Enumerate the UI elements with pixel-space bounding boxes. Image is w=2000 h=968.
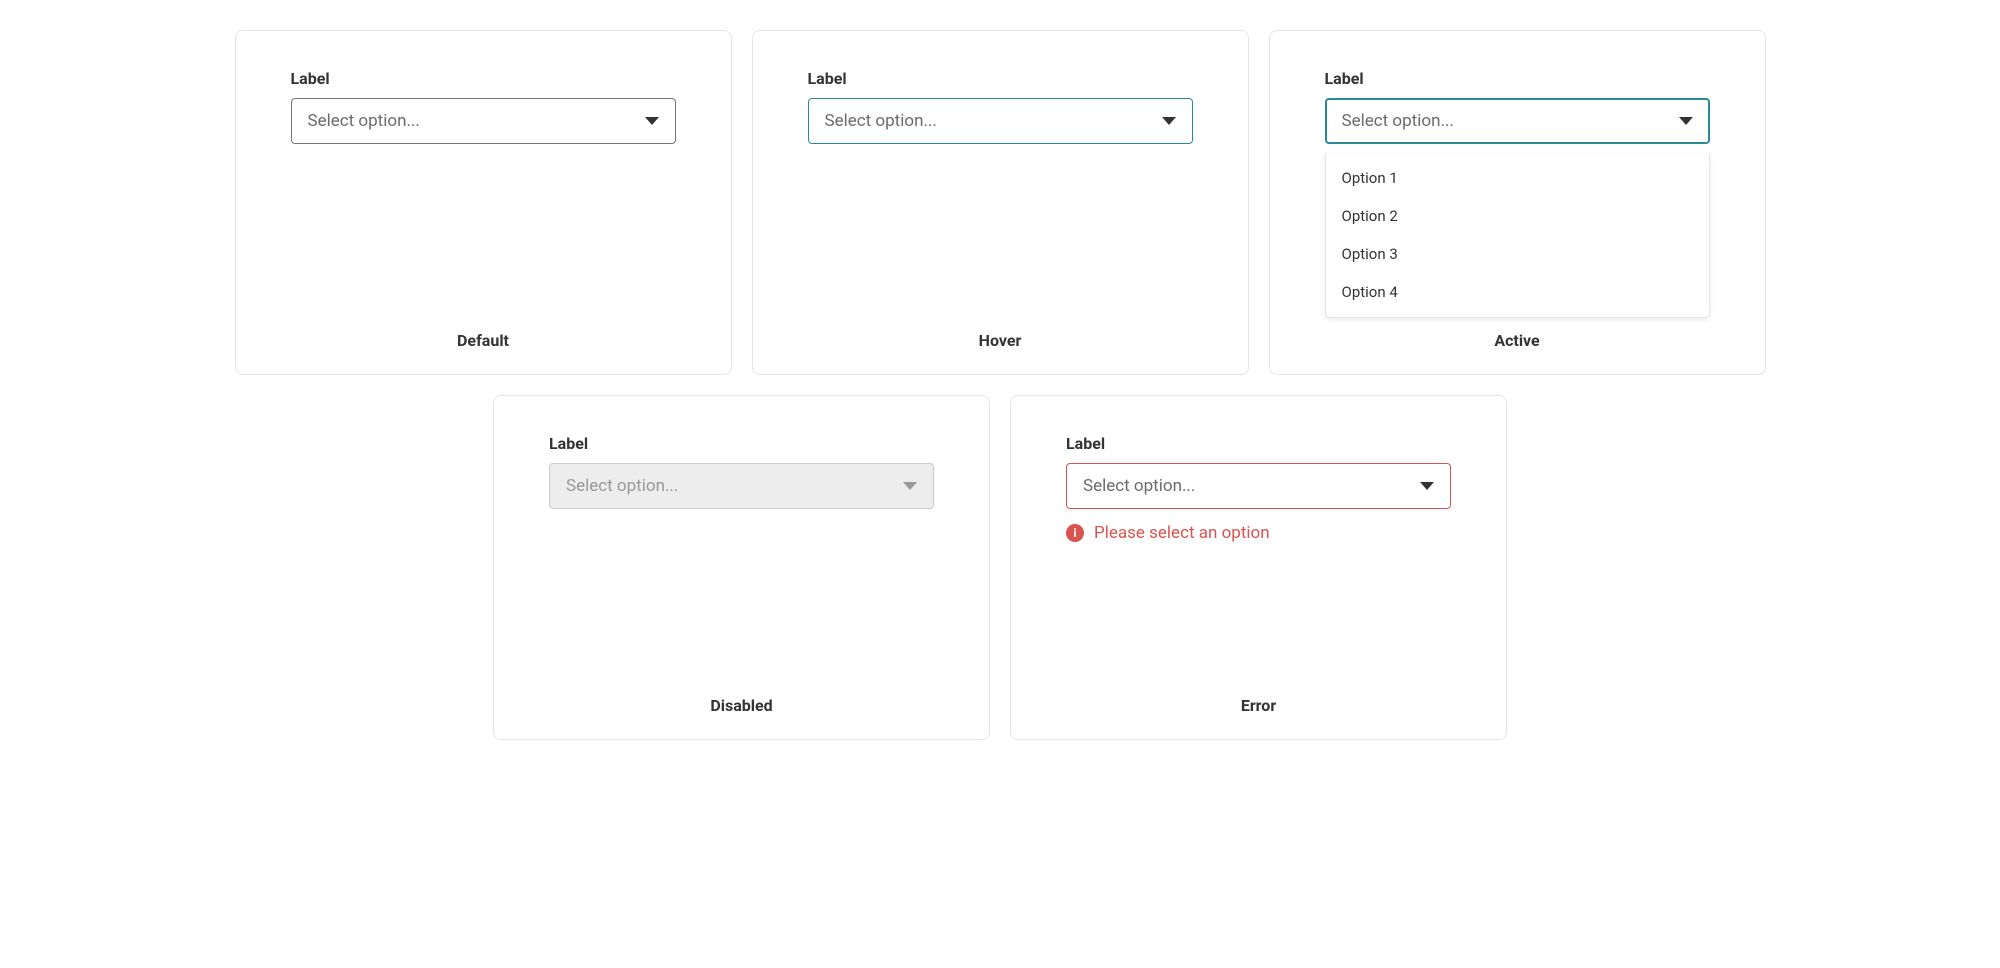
state-caption: Hover	[808, 331, 1193, 350]
error-text: Please select an option	[1094, 523, 1270, 543]
state-card-hover: Label Select option... Hover	[752, 30, 1249, 375]
state-caption: Disabled	[549, 696, 934, 715]
dropdown-menu: Option 1 Option 2 Option 3 Option 4	[1325, 153, 1710, 318]
state-card-default: Label Select option... Default	[235, 30, 732, 375]
dropdown-option[interactable]: Option 3	[1326, 235, 1709, 273]
select-disabled: Select option...	[549, 463, 934, 509]
select-hover[interactable]: Select option...	[808, 98, 1193, 144]
chevron-down-icon	[645, 117, 659, 125]
select-placeholder: Select option...	[1342, 111, 1454, 131]
states-grid: Label Select option... Default Label Sel…	[220, 30, 1780, 740]
field-label: Label	[808, 69, 1193, 88]
select-error[interactable]: Select option...	[1066, 463, 1451, 509]
select-placeholder: Select option...	[825, 111, 937, 131]
field-label: Label	[549, 434, 934, 453]
chevron-down-icon	[1162, 117, 1176, 125]
state-card-error: Label Select option... i Please select a…	[1010, 395, 1507, 740]
card-body: Label Select option...	[549, 434, 934, 696]
card-body: Label Select option... Option 1 Option 2…	[1325, 69, 1710, 331]
field-label: Label	[291, 69, 676, 88]
chevron-down-icon	[903, 482, 917, 490]
select-placeholder: Select option...	[308, 111, 420, 131]
state-caption: Error	[1066, 696, 1451, 715]
error-icon: i	[1066, 524, 1084, 542]
dropdown-option[interactable]: Option 1	[1326, 159, 1709, 197]
select-placeholder: Select option...	[566, 476, 678, 496]
field-label: Label	[1066, 434, 1451, 453]
state-caption: Default	[291, 331, 676, 350]
state-card-disabled: Label Select option... Disabled	[493, 395, 990, 740]
state-caption: Active	[1325, 331, 1710, 350]
dropdown-option[interactable]: Option 2	[1326, 197, 1709, 235]
chevron-down-icon	[1420, 482, 1434, 490]
state-card-active: Label Select option... Option 1 Option 2…	[1269, 30, 1766, 375]
dropdown-option[interactable]: Option 4	[1326, 273, 1709, 311]
error-message: i Please select an option	[1066, 523, 1451, 543]
chevron-down-icon	[1679, 117, 1693, 125]
select-default[interactable]: Select option...	[291, 98, 676, 144]
card-body: Label Select option... i Please select a…	[1066, 434, 1451, 696]
field-label: Label	[1325, 69, 1710, 88]
card-body: Label Select option...	[291, 69, 676, 331]
card-body: Label Select option...	[808, 69, 1193, 331]
select-active[interactable]: Select option...	[1325, 98, 1710, 144]
select-placeholder: Select option...	[1083, 476, 1195, 496]
